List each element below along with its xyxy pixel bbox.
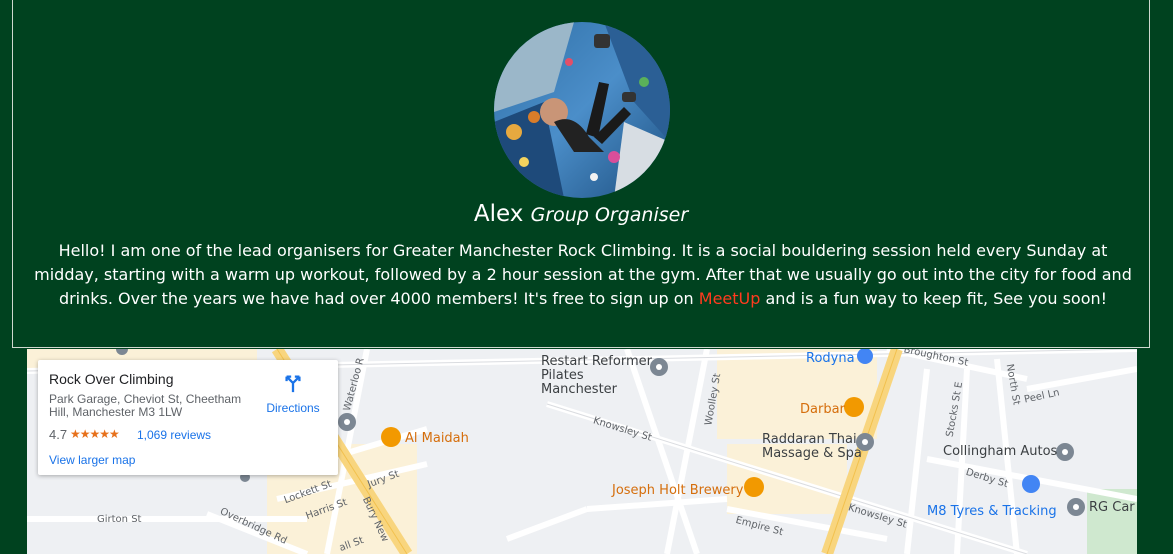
view-larger-map-link[interactable]: View larger map [49, 453, 135, 467]
poi-m8-tyres[interactable]: M8 Tyres & Tracking [927, 504, 1057, 519]
reviews-link[interactable]: 1,069 reviews [137, 428, 211, 442]
poi-rg-car[interactable]: RG Car [1089, 501, 1135, 515]
organiser-role: Group Organiser [530, 204, 689, 226]
poi-rodyna[interactable]: Rodyna [806, 351, 855, 366]
directions-icon [285, 375, 301, 393]
organiser-name-line: Alex Group Organiser [13, 201, 1149, 227]
poi-raddaran-thai[interactable]: Raddaran Thai Massage & Spa [762, 433, 862, 461]
organiser-profile-card: Alex Group Organiser Hello! I am one of … [12, 0, 1150, 348]
poi-label: Restart Reformer Pilates Manchester [541, 354, 652, 397]
poi-collingham-autos[interactable]: Collingham Autos [943, 445, 1057, 459]
organiser-avatar [494, 22, 670, 198]
directions-label: Directions [266, 401, 320, 415]
street-girton: Girton St [97, 514, 142, 525]
poi-darbar[interactable]: Darbar [800, 402, 845, 417]
poi-joseph-holt[interactable]: Joseph Holt Brewery [612, 483, 743, 498]
meetup-link[interactable]: MeetUp [699, 289, 761, 308]
organiser-name: Alex [473, 201, 524, 227]
place-address: Park Garage, Cheviot St, Cheetham Hill, … [49, 392, 242, 419]
rating-stars-icon: ★★★★★ [70, 427, 120, 441]
organiser-bio: Hello! I am one of the lead organisers f… [33, 239, 1133, 311]
poi-al-maidah[interactable]: Al Maidah [405, 431, 469, 446]
place-rating: 4.7 [49, 427, 68, 442]
directions-button[interactable]: Directions [260, 372, 326, 415]
map-place-card: Rock Over Climbing Park Garage, Cheviot … [38, 360, 338, 475]
place-title: Rock Over Climbing [49, 371, 174, 387]
poi-restart-reformer[interactable]: Restart Reformer Pilates Manchester [541, 355, 661, 397]
bio-text-end: and is a fun way to keep fit, See you so… [760, 289, 1108, 308]
